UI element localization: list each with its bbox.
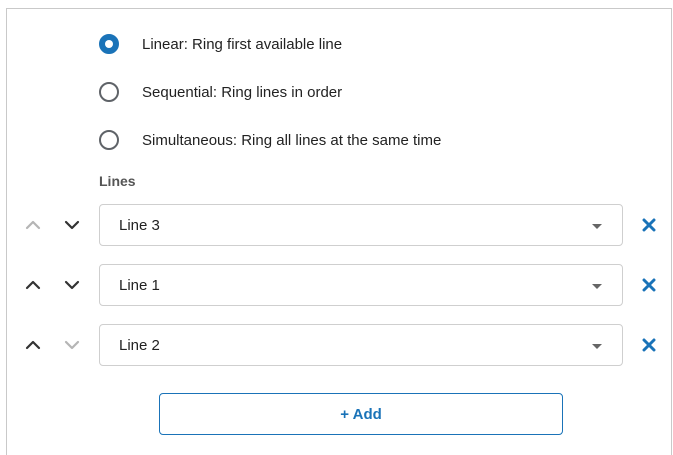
chevron-down-icon — [64, 220, 80, 230]
line-row: Line 3 — [0, 204, 673, 246]
caret-down-icon — [592, 344, 602, 349]
move-up-button[interactable] — [22, 334, 44, 356]
line-select-value: Line 3 — [119, 217, 160, 234]
remove-line-button[interactable] — [639, 335, 659, 355]
radio-button-linear[interactable] — [99, 34, 119, 54]
line-row: Line 2 — [0, 324, 673, 366]
radio-label-simultaneous: Simultaneous: Ring all lines at the same… — [142, 131, 442, 149]
remove-line-button[interactable] — [639, 215, 659, 235]
close-icon — [642, 278, 656, 292]
radio-option-linear[interactable]: Linear: Ring first available line — [99, 31, 342, 57]
radio-option-simultaneous[interactable]: Simultaneous: Ring all lines at the same… — [99, 127, 441, 153]
line-select-value: Line 2 — [119, 337, 160, 354]
radio-label-sequential: Sequential: Ring lines in order — [142, 83, 343, 101]
line-select[interactable]: Line 1 — [99, 264, 623, 306]
move-down-button[interactable] — [61, 214, 83, 236]
move-up-button[interactable] — [22, 214, 44, 236]
chevron-down-icon — [64, 340, 80, 350]
line-row: Line 1 — [0, 264, 673, 306]
caret-down-icon — [592, 224, 602, 229]
chevron-down-icon — [64, 280, 80, 290]
add-line-button[interactable]: + Add — [159, 393, 563, 435]
chevron-up-icon — [25, 340, 41, 350]
line-select-value: Line 1 — [119, 277, 160, 294]
radio-selected-dot — [105, 40, 113, 48]
line-select[interactable]: Line 3 — [99, 204, 623, 246]
radio-option-sequential[interactable]: Sequential: Ring lines in order — [99, 79, 342, 105]
move-down-button[interactable] — [61, 274, 83, 296]
line-select[interactable]: Line 2 — [99, 324, 623, 366]
radio-button-simultaneous[interactable] — [99, 130, 119, 150]
close-icon — [642, 218, 656, 232]
close-icon — [642, 338, 656, 352]
caret-down-icon — [592, 284, 602, 289]
move-up-button[interactable] — [22, 274, 44, 296]
lines-section-label: Lines — [99, 173, 136, 189]
radio-button-sequential[interactable] — [99, 82, 119, 102]
radio-label-linear: Linear: Ring first available line — [142, 35, 343, 53]
move-down-button[interactable] — [61, 334, 83, 356]
remove-line-button[interactable] — [639, 275, 659, 295]
chevron-up-icon — [25, 220, 41, 230]
chevron-up-icon — [25, 280, 41, 290]
